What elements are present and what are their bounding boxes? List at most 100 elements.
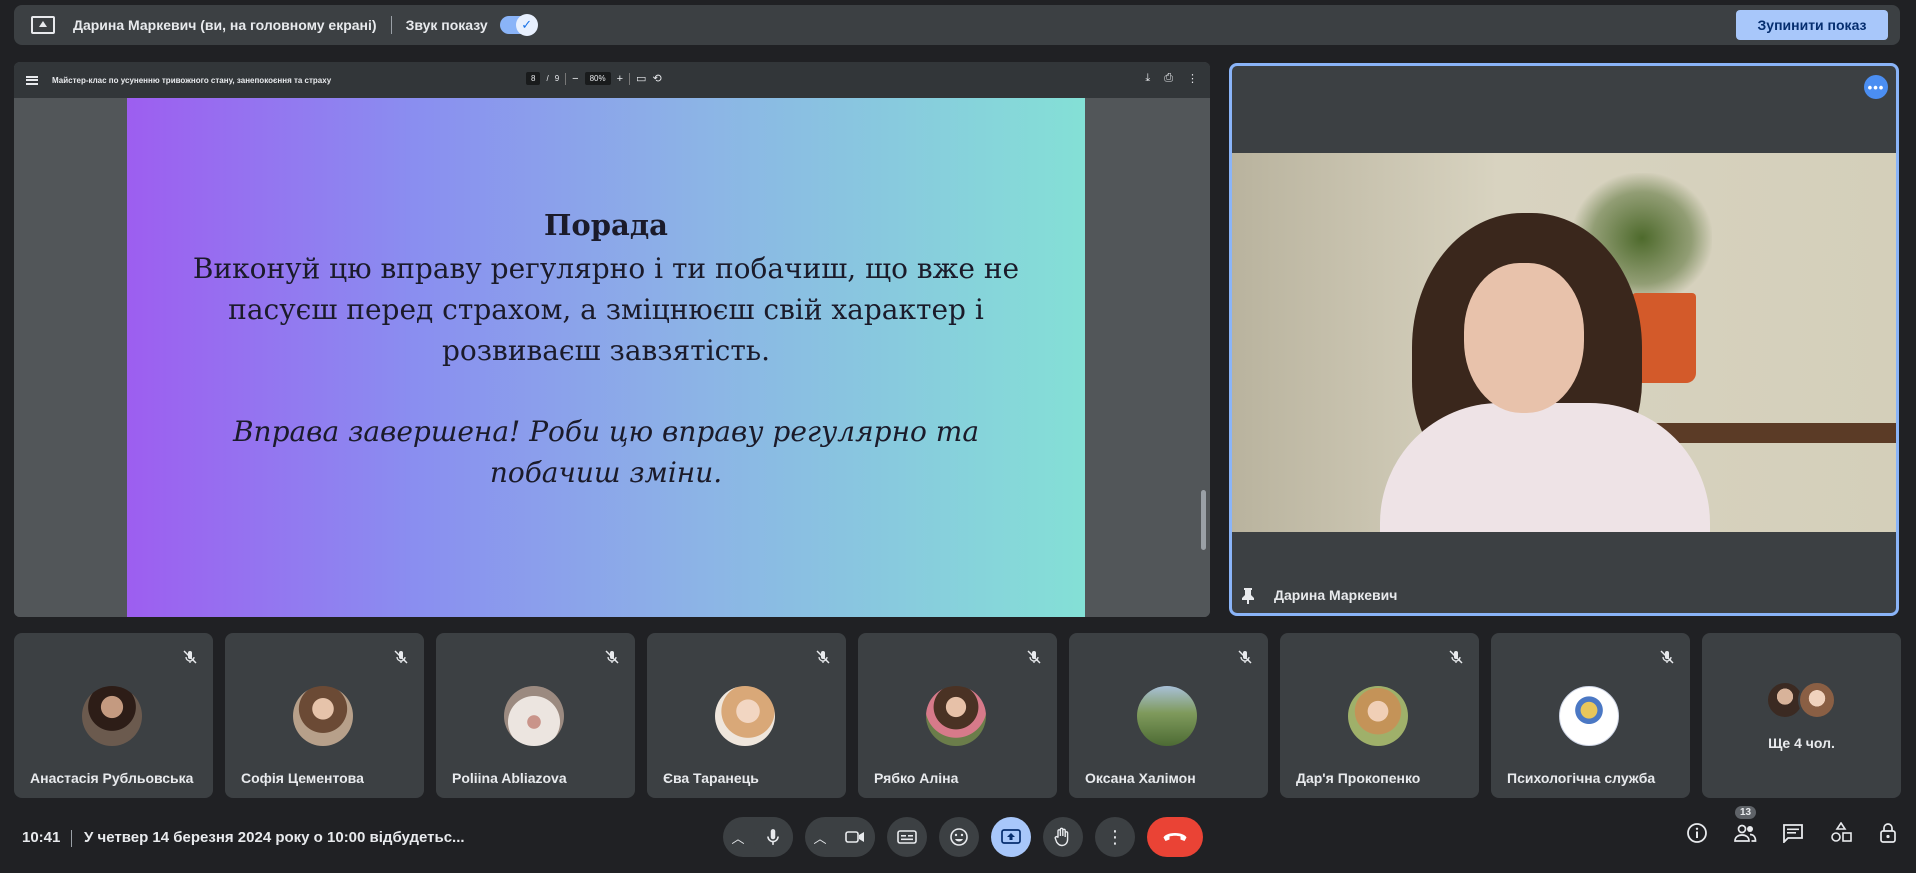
speaker-tile[interactable]: ••• Дарина Маркевич (1229, 63, 1899, 616)
stop-presenting-button[interactable]: Зупинити показ (1736, 10, 1888, 40)
mic-off-icon (1445, 646, 1467, 668)
more-vert-icon[interactable]: ⋮ (1187, 72, 1198, 85)
participant-tile[interactable]: Оксана Халімон (1069, 633, 1268, 798)
present-screen-icon (31, 16, 55, 34)
more-options-button[interactable]: ⋮ (1095, 817, 1135, 857)
participant-name: Дар'я Прокопенко (1296, 770, 1421, 786)
zoom-input[interactable]: 80% (584, 72, 611, 85)
participant-tile[interactable]: Poliina Abliazova (436, 633, 635, 798)
captions-icon (897, 830, 917, 844)
hand-icon (1054, 827, 1069, 847)
microphone-button[interactable] (753, 817, 793, 857)
participant-name: Софія Цементова (241, 770, 364, 786)
scrollbar-thumb[interactable] (1201, 490, 1206, 550)
activities-button[interactable] (1828, 820, 1854, 846)
present-icon (1001, 829, 1021, 844)
camera-icon (845, 831, 864, 843)
participant-name: Єва Таранець (663, 770, 759, 786)
right-tools: 13 (1684, 806, 1902, 846)
chat-button[interactable] (1780, 820, 1806, 846)
presentation-panel: Майстер-клас по усуненню тривожного стан… (14, 62, 1210, 617)
mic-off-icon (601, 646, 623, 668)
mic-off-icon (1234, 646, 1256, 668)
pin-icon[interactable] (1242, 588, 1254, 604)
camera-control-group: ︿ (805, 817, 875, 857)
microphone-icon (767, 829, 779, 845)
more-participants-tile[interactable]: Ще 4 чол. (1702, 633, 1901, 798)
people-button[interactable]: 13 (1732, 806, 1758, 846)
avatar (293, 686, 353, 746)
pdf-scrollbar[interactable] (1201, 100, 1206, 615)
participant-tile[interactable]: Софія Цементова (225, 633, 424, 798)
mic-off-icon (1656, 646, 1678, 668)
present-now-button[interactable] (991, 817, 1031, 857)
sound-toggle[interactable]: ✓ (499, 14, 538, 36)
activities-icon (1831, 822, 1852, 842)
bottom-divider (71, 830, 72, 847)
mic-control-group: ︿ (723, 817, 793, 857)
service-logo (1559, 686, 1619, 746)
meet-window: Дарина Маркевич (ви, на головному екрані… (0, 0, 1916, 873)
more-vert-icon: ⋮ (1106, 826, 1124, 847)
emoji-icon (950, 828, 968, 846)
avatar (715, 686, 775, 746)
clock: 10:41 (22, 829, 61, 846)
slide-body: Виконуй цю вправу регулярно і ти побачиш… (192, 252, 1020, 367)
participant-name: Оксана Халімон (1085, 770, 1196, 786)
mic-off-icon (812, 646, 834, 668)
zoom-in-icon[interactable]: + (617, 73, 623, 85)
menu-icon[interactable] (26, 75, 38, 85)
avatar (82, 686, 142, 746)
meeting-title[interactable]: У четвер 14 березня 2024 року о 10:00 ві… (84, 829, 465, 846)
video-person-face (1464, 263, 1584, 413)
participant-tile[interactable]: Рябко Аліна (858, 633, 1057, 798)
slide-conclusion: Вправа завершена! Роби цю вправу регуляр… (232, 415, 980, 489)
document-title: Майстер-клас по усуненню тривожного стан… (52, 75, 332, 85)
chat-icon (1783, 824, 1803, 843)
participant-tile[interactable]: Психологічна служба (1491, 633, 1690, 798)
slide-page: Порада Виконуй цю вправу регулярно і ти … (127, 98, 1085, 617)
page-controls: 8 / 9 − 80% + ▭ ⟲ (526, 72, 662, 85)
emoji-button[interactable] (939, 817, 979, 857)
participant-name: Poliina Abliazova (452, 770, 567, 786)
captions-button[interactable] (887, 817, 927, 857)
info-icon (1687, 823, 1707, 843)
download-icon[interactable]: ⤓ (1145, 72, 1150, 85)
mic-off-icon (1023, 646, 1045, 668)
leave-call-button[interactable] (1147, 817, 1203, 857)
meeting-details-button[interactable] (1684, 820, 1710, 846)
zoom-out-icon[interactable]: − (572, 73, 578, 85)
raise-hand-button[interactable] (1043, 817, 1083, 857)
toolbar-divider (629, 72, 631, 85)
toolbar-divider (565, 72, 567, 85)
page-number-input[interactable]: 8 (526, 72, 541, 85)
presenter-label: Дарина Маркевич (ви, на головному екрані… (73, 17, 377, 33)
page-separator: / (546, 74, 549, 83)
speaker-name: Дарина Маркевич (1274, 587, 1398, 603)
presenting-banner: Дарина Маркевич (ви, на головному екрані… (14, 5, 1900, 45)
fit-page-icon[interactable]: ▭ (636, 72, 646, 85)
end-call-icon (1163, 833, 1187, 841)
pdf-toolbar: Майстер-клас по усуненню тривожного стан… (14, 62, 1210, 98)
more-options-icon[interactable]: ••• (1864, 75, 1888, 99)
avatar (504, 686, 564, 746)
chevron-up-icon[interactable]: ︿ (805, 817, 835, 857)
print-icon[interactable]: ⎙ (1164, 72, 1173, 85)
participant-name: Психологічна служба (1507, 770, 1656, 786)
avatar (1798, 681, 1836, 719)
camera-button[interactable] (835, 817, 875, 857)
host-controls-button[interactable] (1876, 820, 1902, 846)
avatar (1137, 686, 1197, 746)
sound-label: Звук показу (405, 17, 488, 33)
pdf-page-area: Порада Виконуй цю вправу регулярно і ти … (14, 98, 1210, 617)
mic-off-icon (179, 646, 201, 668)
participant-tile[interactable]: Дар'я Прокопенко (1280, 633, 1479, 798)
participant-tile[interactable]: Єва Таранець (647, 633, 846, 798)
rotate-icon[interactable]: ⟲ (652, 72, 661, 85)
people-count-badge: 13 (1735, 806, 1757, 819)
participant-tile[interactable]: Анастасія Рубльовська (14, 633, 213, 798)
pdf-right-tools: ⤓ ⎙ ⋮ (1145, 72, 1198, 85)
chevron-up-icon[interactable]: ︿ (723, 817, 753, 857)
call-controls: ︿ ︿ ⋮ (723, 817, 1203, 857)
slide-title: Порада (544, 208, 668, 242)
